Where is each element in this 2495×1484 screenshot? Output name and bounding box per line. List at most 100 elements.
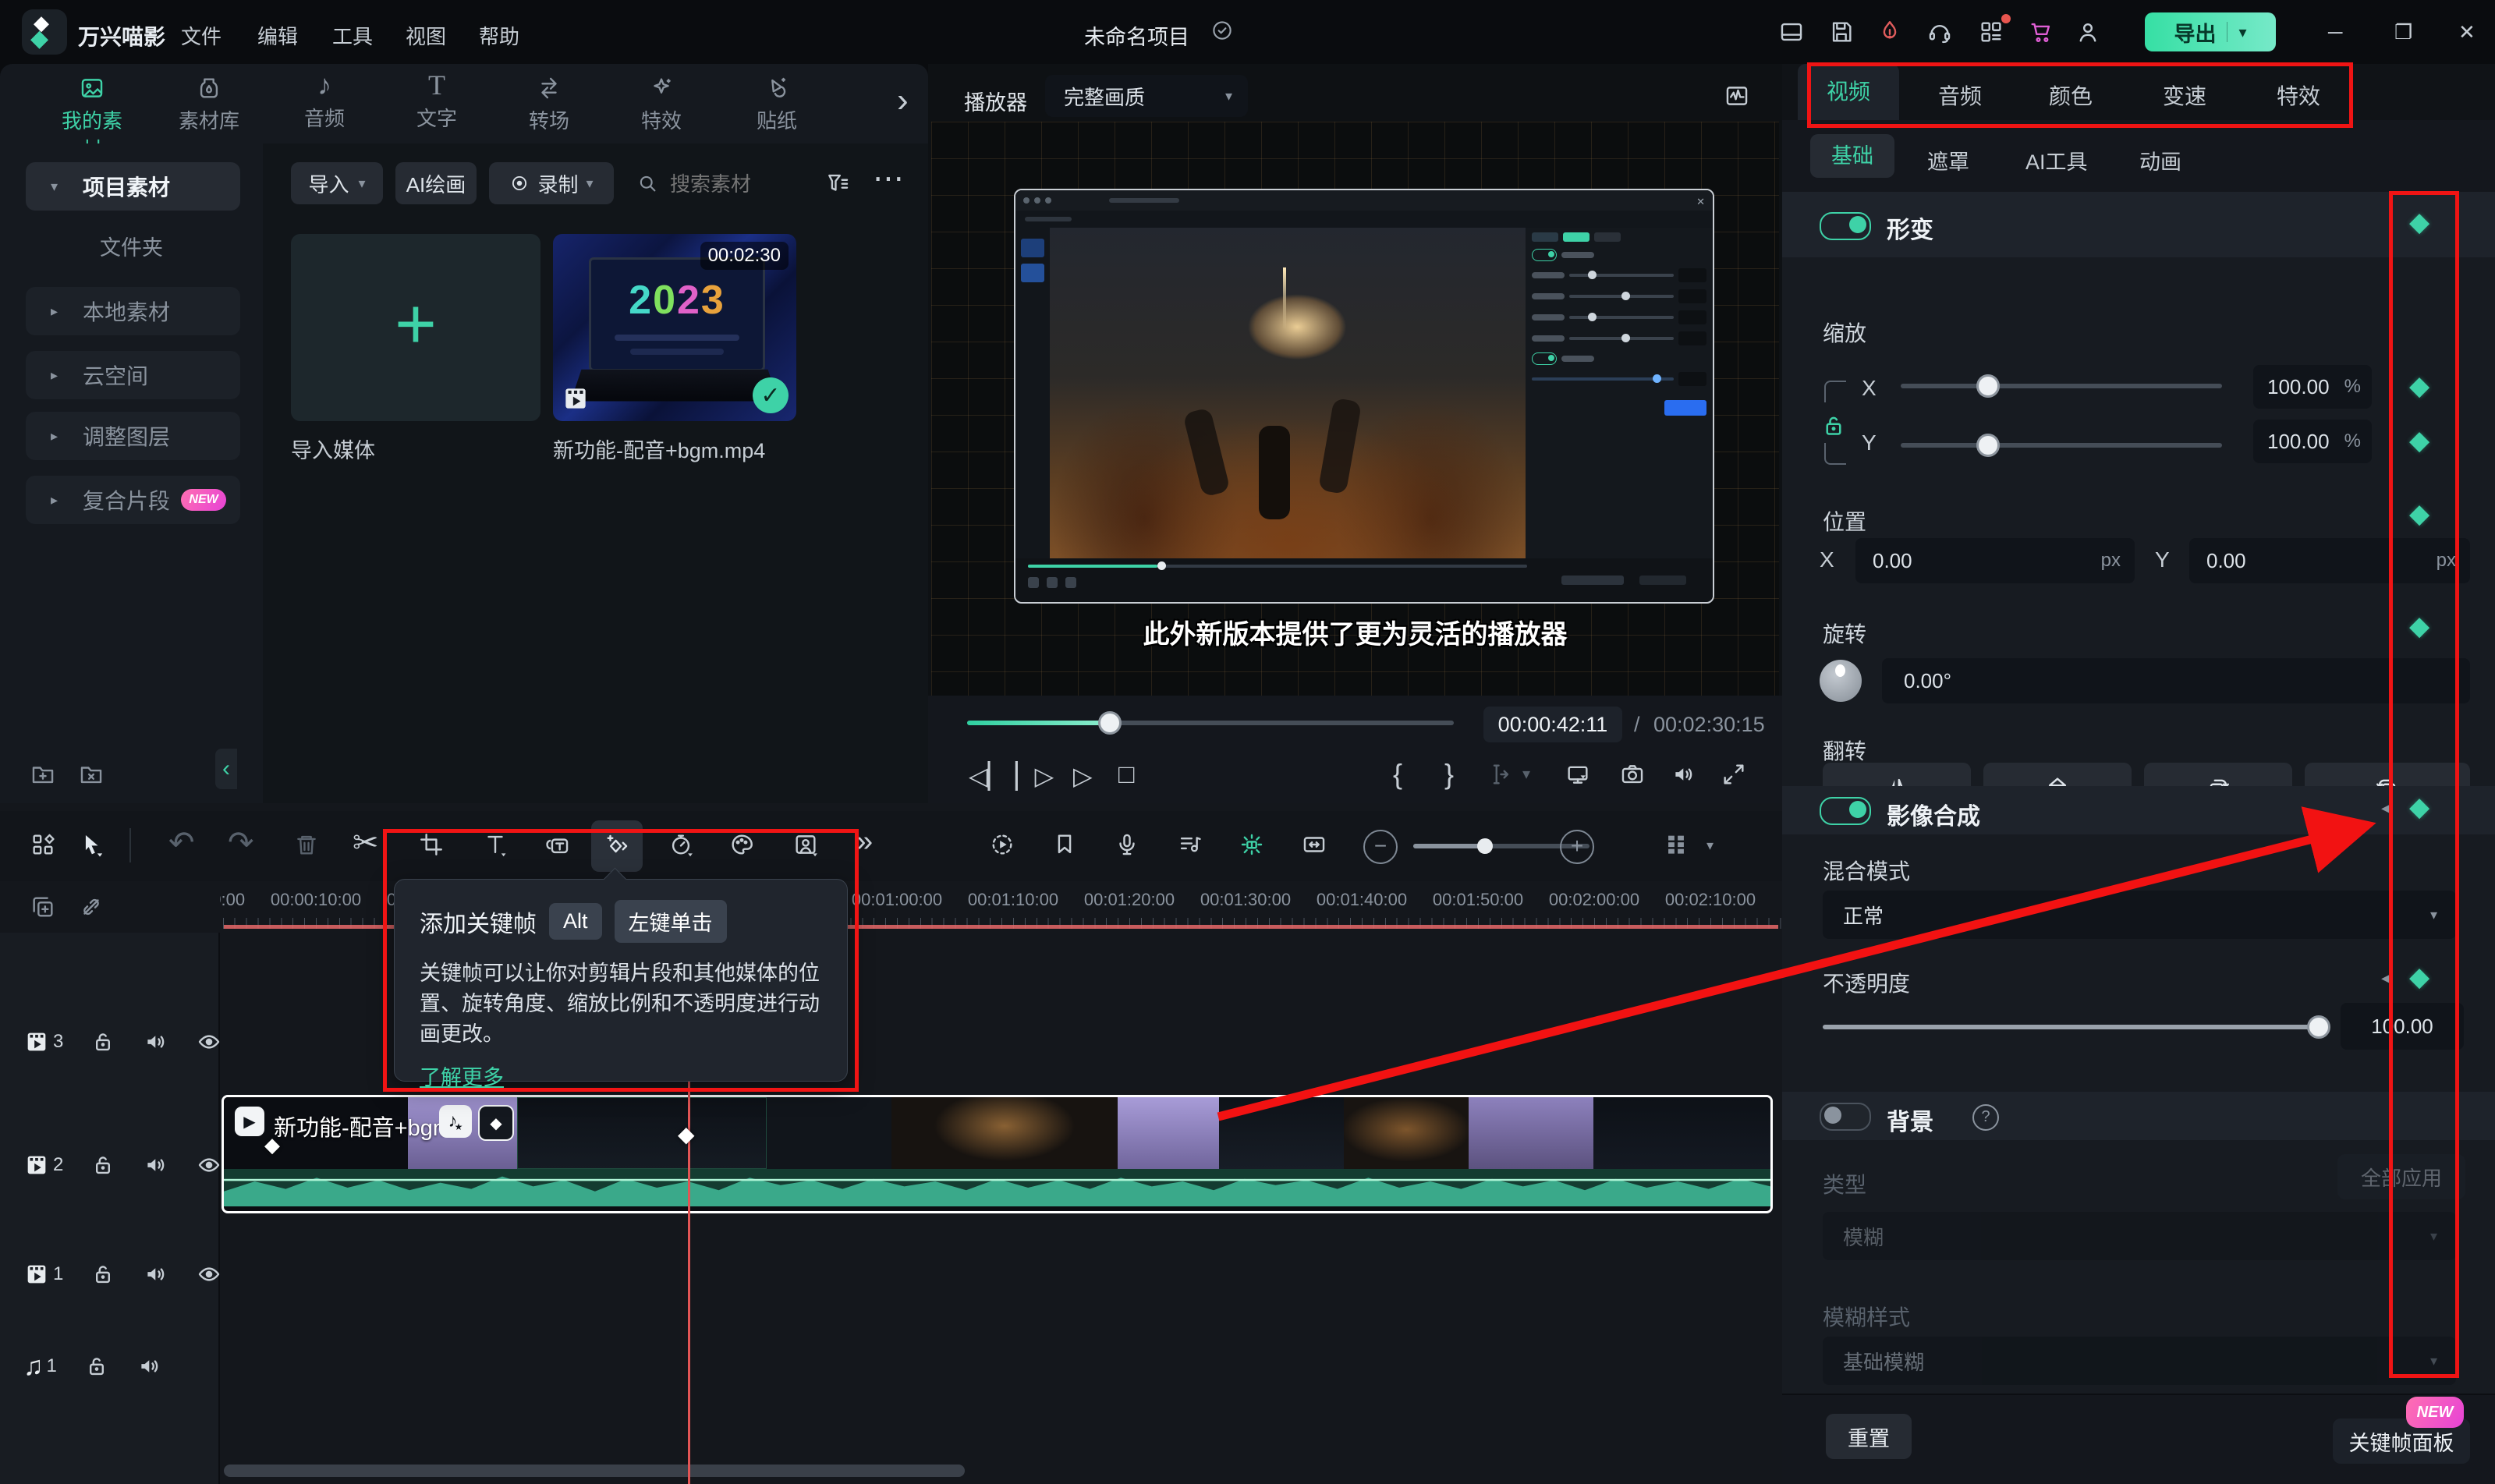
play-button[interactable]: ▷ bbox=[1073, 761, 1093, 791]
notice-alert-icon[interactable] bbox=[1877, 19, 1903, 45]
opacity-slider[interactable] bbox=[1823, 1025, 2328, 1029]
mute-speaker-icon[interactable] bbox=[143, 1261, 169, 1287]
menu-view[interactable]: 视图 bbox=[406, 21, 446, 50]
keyframe-diamond-icon[interactable]: ◆ bbox=[2409, 209, 2429, 236]
voiceover-mic-icon[interactable] bbox=[1114, 831, 1140, 858]
sidebar-item-folder[interactable]: 文件夹 bbox=[0, 231, 263, 261]
lock-icon[interactable] bbox=[90, 1029, 116, 1055]
tab-audio[interactable]: ♪ 音频 bbox=[287, 69, 362, 140]
subtab-mask[interactable]: 遮罩 bbox=[1927, 145, 1969, 175]
tab-transition[interactable]: 转场 bbox=[512, 69, 587, 140]
delete-folder-icon[interactable] bbox=[78, 761, 105, 788]
timeline-scrollbar[interactable] bbox=[224, 1465, 965, 1477]
lock-icon[interactable] bbox=[90, 1152, 116, 1178]
visibility-eye-icon[interactable] bbox=[196, 1029, 222, 1055]
sidebar-item-local-media[interactable]: ▸ 本地素材 bbox=[26, 287, 240, 335]
bg-type-dropdown[interactable]: 模糊 ▾ bbox=[1823, 1212, 2456, 1260]
track-head-video1[interactable]: 1 bbox=[23, 1251, 222, 1298]
keyframe-diamond-icon[interactable]: ◆ bbox=[2409, 501, 2429, 527]
clip-keyframe-marker[interactable]: ◆ bbox=[264, 1133, 280, 1157]
scale-x-handle[interactable] bbox=[1976, 374, 2000, 398]
track-head-video2[interactable]: 2 bbox=[23, 1142, 222, 1188]
seek-bar[interactable] bbox=[967, 721, 1454, 725]
audio-mixer-icon[interactable] bbox=[1176, 831, 1203, 858]
apply-all-button[interactable]: 全部应用 bbox=[2337, 1154, 2465, 1199]
tab-video[interactable]: 视频 bbox=[1798, 64, 1899, 120]
lock-icon[interactable] bbox=[90, 1261, 116, 1287]
snapshot-camera-icon[interactable] bbox=[1619, 761, 1646, 788]
track-head-video3[interactable]: 3 bbox=[23, 1018, 222, 1065]
next-frame-button[interactable]: ▏▷ bbox=[1015, 761, 1054, 791]
background-toggle[interactable] bbox=[1820, 1103, 1871, 1131]
mark-clip-dropdown-icon[interactable]: ▾ bbox=[1522, 764, 1530, 784]
cart-icon[interactable] bbox=[2028, 19, 2054, 45]
marker-icon[interactable] bbox=[1051, 831, 1078, 858]
scope-monitor-icon[interactable] bbox=[1724, 83, 1750, 109]
tab-text[interactable]: T 文字 bbox=[399, 69, 474, 140]
scale-y-slider[interactable] bbox=[1901, 443, 2222, 448]
save-icon[interactable] bbox=[1828, 19, 1855, 45]
sidebar-collapse-button[interactable]: ‹ bbox=[215, 749, 237, 789]
text-tool-icon[interactable] bbox=[482, 831, 509, 858]
sidebar-item-project-media[interactable]: ▾ 项目素材 bbox=[26, 162, 240, 211]
playhead-keyframe-diamond[interactable]: ◆ bbox=[678, 1121, 695, 1147]
new-folder-icon[interactable] bbox=[30, 761, 56, 788]
speech-to-text-icon[interactable] bbox=[544, 831, 571, 858]
menu-file[interactable]: 文件 bbox=[181, 21, 222, 50]
zoom-out-icon[interactable]: − bbox=[1363, 830, 1398, 864]
fit-timeline-icon[interactable] bbox=[1301, 831, 1327, 858]
mute-speaker-icon[interactable] bbox=[136, 1353, 163, 1380]
media-manager-icon[interactable] bbox=[30, 831, 56, 858]
help-question-icon[interactable]: ? bbox=[1972, 1104, 1999, 1131]
undo-icon[interactable]: ↶ bbox=[168, 825, 195, 861]
scale-x-slider[interactable] bbox=[1901, 384, 2222, 388]
seek-handle[interactable] bbox=[1098, 711, 1122, 735]
mute-speaker-icon[interactable] bbox=[143, 1029, 169, 1055]
keyframe-diamond-icon[interactable]: ◆ bbox=[2409, 373, 2429, 399]
window-close-button[interactable]: ✕ bbox=[2458, 20, 2476, 44]
keyframe-diamond-icon[interactable]: ◆ bbox=[2409, 794, 2429, 820]
tab-stickers[interactable]: 贴纸 bbox=[739, 69, 814, 140]
search-input[interactable] bbox=[668, 167, 820, 201]
sidebar-item-adjust-layer[interactable]: ▸ 调整图层 bbox=[26, 412, 240, 460]
visibility-eye-icon[interactable] bbox=[196, 1152, 222, 1178]
redo-icon[interactable]: ↷ bbox=[228, 825, 254, 861]
support-headset-icon[interactable] bbox=[1926, 19, 1953, 45]
subtab-basic[interactable]: 基础 bbox=[1810, 134, 1894, 178]
player-quality-dropdown[interactable]: 完整画质 ▾ bbox=[1045, 75, 1248, 117]
compositing-toggle[interactable] bbox=[1820, 797, 1871, 825]
lock-icon[interactable] bbox=[83, 1353, 110, 1380]
import-button[interactable]: 导入 ▾ bbox=[291, 162, 383, 204]
tab-effects[interactable]: 特效 bbox=[2277, 80, 2320, 111]
color-palette-icon[interactable] bbox=[728, 831, 755, 858]
opacity-value-box[interactable]: 100.00 bbox=[2341, 1003, 2464, 1050]
track-head-audio1[interactable]: ♫1 bbox=[23, 1343, 163, 1390]
menu-tools[interactable]: 工具 bbox=[332, 21, 373, 50]
subtab-animation[interactable]: 动画 bbox=[2139, 145, 2181, 175]
window-minimize-button[interactable]: ─ bbox=[2328, 20, 2342, 44]
timeline-clip[interactable]: ▶ 新功能-配音+bgm ♪ ★ ◆ ◆ bbox=[222, 1095, 1773, 1213]
export-button[interactable]: 导出 ▾ bbox=[2145, 12, 2276, 51]
scale-x-value-box[interactable]: 100.00 % bbox=[2253, 365, 2372, 409]
mute-speaker-icon[interactable] bbox=[143, 1152, 169, 1178]
filter-icon[interactable] bbox=[824, 170, 851, 197]
stop-button[interactable]: □ bbox=[1118, 760, 1135, 790]
reset-button[interactable]: 重置 bbox=[1826, 1414, 1912, 1459]
mirror-screen-icon[interactable] bbox=[1565, 761, 1591, 788]
apps-grid-icon[interactable] bbox=[1978, 19, 2004, 45]
prev-frame-button[interactable]: ◁▏ bbox=[969, 761, 1007, 791]
fullscreen-expand-icon[interactable] bbox=[1721, 761, 1747, 788]
media-clip-thumbnail[interactable]: 2023 00:02:30 ✓ bbox=[553, 234, 796, 421]
unlink-icon[interactable] bbox=[78, 894, 105, 920]
pos-x-input[interactable]: 0.00 px bbox=[1855, 538, 2135, 583]
track-manager-icon[interactable] bbox=[1663, 831, 1689, 858]
tab-my-media[interactable]: 我的素材 bbox=[55, 69, 129, 140]
tooltip-learn-more-link[interactable]: 了解更多 bbox=[420, 1061, 847, 1091]
sidebar-item-compound-clip[interactable]: ▸ 复合片段 NEW bbox=[26, 476, 240, 524]
prev-keyframe-icon[interactable]: ◀ bbox=[2381, 800, 2392, 816]
speed-timer-icon[interactable] bbox=[668, 831, 694, 858]
sidebar-item-cloud[interactable]: ▸ 云空间 bbox=[26, 351, 240, 399]
scale-y-handle[interactable] bbox=[1976, 434, 2000, 457]
keyframe-diamond-icon[interactable]: ◆ bbox=[2409, 427, 2429, 454]
portrait-cutout-icon[interactable] bbox=[792, 831, 819, 858]
